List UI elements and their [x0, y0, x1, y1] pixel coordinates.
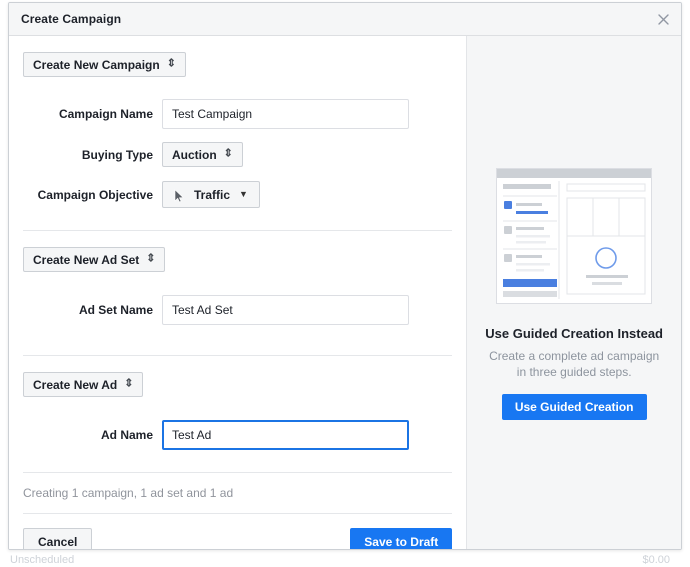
- background-cell-right: $0.00: [642, 554, 670, 566]
- campaign-name-row: Campaign Name: [23, 99, 452, 129]
- create-campaign-dialog: Create Campaign Create New Campaign ⇕ Ca…: [8, 2, 682, 550]
- guided-creation-illustration: [496, 168, 653, 304]
- ad-selector-dropdown[interactable]: Create New Ad ⇕: [23, 372, 144, 397]
- updown-arrows-icon: ⇕: [223, 147, 233, 160]
- guided-creation-panel: Use Guided Creation Instead Create a com…: [467, 36, 681, 549]
- adset-selector-label: Create New Ad Set: [33, 252, 140, 267]
- campaign-section: Create New Campaign ⇕ Campaign Name Buyi…: [9, 36, 466, 208]
- buying-type-row: Buying Type Auction ⇕: [23, 142, 452, 167]
- campaign-objective-row: Campaign Objective Traffic ▼: [23, 181, 452, 208]
- adset-name-label: Ad Set Name: [78, 303, 153, 317]
- campaign-objective-value: Traffic: [194, 187, 231, 202]
- save-to-draft-button[interactable]: Save to Draft: [350, 528, 453, 549]
- campaign-name-label: Campaign Name: [58, 107, 153, 121]
- buying-type-label: Buying Type: [81, 147, 153, 162]
- close-icon[interactable]: [654, 10, 672, 28]
- adset-name-input[interactable]: [162, 295, 409, 325]
- background-cell-left: Unscheduled: [10, 554, 75, 566]
- quick-creation-form: Create New Campaign ⇕ Campaign Name Buyi…: [9, 36, 468, 549]
- updown-arrows-icon: ⇕: [166, 57, 176, 70]
- buying-type-value: Auction: [172, 147, 217, 162]
- promo-title: Use Guided Creation Instead: [485, 326, 663, 341]
- ad-name-row: Ad Name: [23, 420, 452, 450]
- dialog-title: Create Campaign: [21, 12, 122, 26]
- adset-name-row: Ad Set Name: [23, 295, 452, 325]
- campaign-name-input[interactable]: [162, 99, 409, 129]
- background-table-row: Unscheduled $0.00: [10, 553, 680, 567]
- campaign-objective-label: Campaign Objective: [37, 187, 153, 202]
- ad-section: Create New Ad ⇕ Ad Name: [9, 356, 466, 450]
- promo-description: Create a complete ad campaign in three g…: [489, 349, 660, 379]
- cancel-button[interactable]: Cancel: [23, 528, 93, 549]
- dialog-footer: Cancel Save to Draft: [9, 528, 466, 549]
- ad-selector-label: Create New Ad: [33, 377, 118, 392]
- campaign-selector-label: Create New Campaign: [33, 57, 160, 72]
- mouse-pointer-icon: [174, 188, 185, 203]
- adset-section: Create New Ad Set ⇕ Ad Set Name: [9, 231, 466, 325]
- ad-name-label: Ad Name: [100, 428, 153, 442]
- buying-type-dropdown[interactable]: Auction ⇕: [162, 142, 243, 167]
- campaign-selector-dropdown[interactable]: Create New Campaign ⇕: [23, 52, 186, 77]
- creation-summary: Creating 1 campaign, 1 ad set and 1 ad: [23, 486, 234, 500]
- dialog-titlebar: Create Campaign: [9, 3, 681, 36]
- updown-arrows-icon: ⇕: [124, 377, 134, 390]
- summary-divider-bottom: [23, 513, 453, 514]
- use-guided-creation-button[interactable]: Use Guided Creation: [501, 394, 647, 420]
- adset-selector-dropdown[interactable]: Create New Ad Set ⇕: [23, 247, 166, 272]
- ad-name-input[interactable]: [162, 420, 409, 450]
- campaign-objective-dropdown[interactable]: Traffic ▼: [162, 181, 260, 208]
- chevron-down-icon: ▼: [239, 189, 248, 199]
- dialog-body: Create New Campaign ⇕ Campaign Name Buyi…: [9, 36, 681, 549]
- updown-arrows-icon: ⇕: [146, 252, 156, 265]
